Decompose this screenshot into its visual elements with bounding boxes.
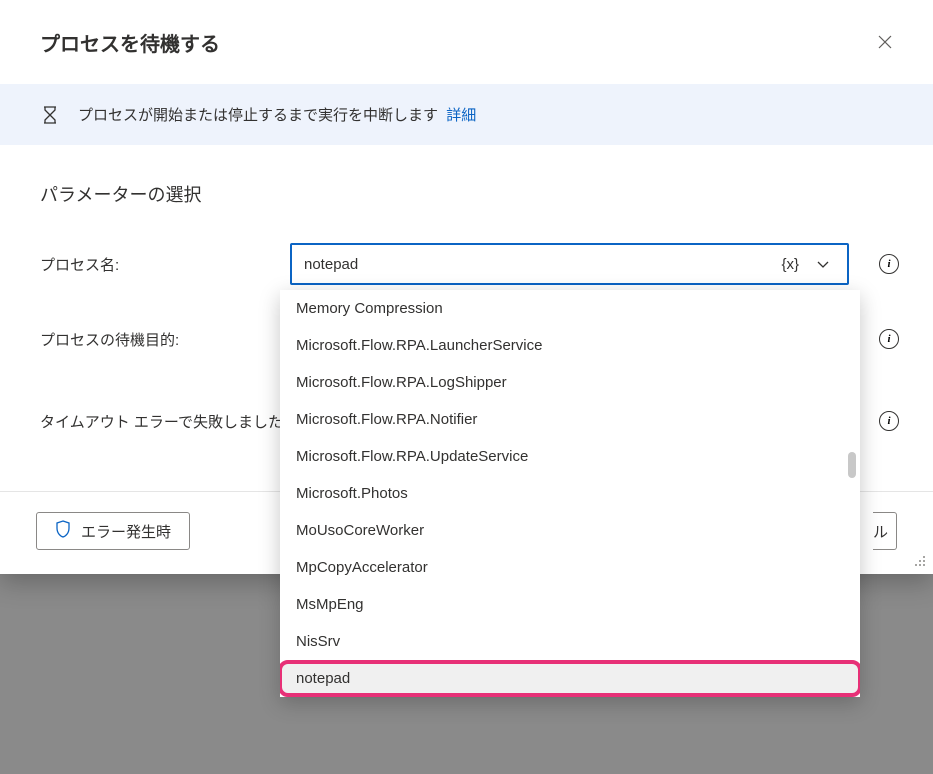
on-error-button[interactable]: エラー発生時 <box>36 512 190 550</box>
close-button[interactable] <box>869 26 901 58</box>
dropdown-item[interactable]: Microsoft.Flow.RPA.LauncherService <box>280 327 860 364</box>
timeout-info[interactable]: i <box>877 409 901 433</box>
info-bar: プロセスが開始または停止するまで実行を中断します 詳細 <box>0 84 933 145</box>
section-title: パラメーターの選択 <box>0 145 933 231</box>
info-icon: i <box>879 329 899 349</box>
dropdown-item[interactable]: MpCopyAccelerator <box>280 549 860 586</box>
dropdown-item[interactable]: MsMpEng <box>280 586 860 623</box>
process-name-combo[interactable]: {x} <box>290 243 849 285</box>
cancel-button[interactable]: ル <box>873 512 897 550</box>
param-row-process-name: プロセス名: {x} i <box>0 231 933 297</box>
dialog-title: プロセスを待機する <box>40 28 220 57</box>
dropdown-item[interactable]: MoUsoCoreWorker <box>280 512 860 549</box>
process-dropdown: Memory CompressionMicrosoft.Flow.RPA.Lau… <box>280 290 860 697</box>
dropdown-item[interactable]: Microsoft.Photos <box>280 475 860 512</box>
wait-purpose-info[interactable]: i <box>877 327 901 351</box>
shield-icon <box>55 520 71 542</box>
variable-token-button[interactable]: {x} <box>773 256 807 273</box>
dropdown-item[interactable]: NisSrv <box>280 623 860 660</box>
process-name-input[interactable] <box>304 256 773 273</box>
dropdown-toggle[interactable] <box>807 257 839 271</box>
close-icon <box>878 35 892 49</box>
on-error-label: エラー発生時 <box>81 521 171 542</box>
hourglass-icon <box>40 105 60 125</box>
details-link[interactable]: 詳細 <box>446 107 476 124</box>
timeout-label: タイムアウト エラーで失敗しました: <box>40 411 300 432</box>
info-description: プロセスが開始または停止するまで実行を中断します <box>78 107 438 124</box>
dropdown-item[interactable]: notepad <box>280 660 860 697</box>
chevron-down-icon <box>816 257 830 271</box>
dropdown-item[interactable]: Microsoft.Flow.RPA.Notifier <box>280 401 860 438</box>
resize-grip-icon <box>913 554 927 568</box>
cancel-label: ル <box>873 521 888 542</box>
dropdown-list[interactable]: Memory CompressionMicrosoft.Flow.RPA.Lau… <box>280 290 860 697</box>
process-name-label: プロセス名: <box>40 254 270 275</box>
info-icon: i <box>879 411 899 431</box>
dropdown-item[interactable]: Microsoft.Flow.RPA.UpdateService <box>280 438 860 475</box>
process-name-info[interactable]: i <box>877 252 901 276</box>
info-text: プロセスが開始または停止するまで実行を中断します 詳細 <box>78 104 476 125</box>
dialog-header: プロセスを待機する <box>0 0 933 84</box>
info-icon: i <box>879 254 899 274</box>
wait-purpose-label: プロセスの待機目的: <box>40 329 270 350</box>
dropdown-item[interactable]: Memory Compression <box>280 290 860 327</box>
dropdown-item[interactable]: Microsoft.Flow.RPA.LogShipper <box>280 364 860 401</box>
scrollbar-thumb[interactable] <box>848 452 856 478</box>
